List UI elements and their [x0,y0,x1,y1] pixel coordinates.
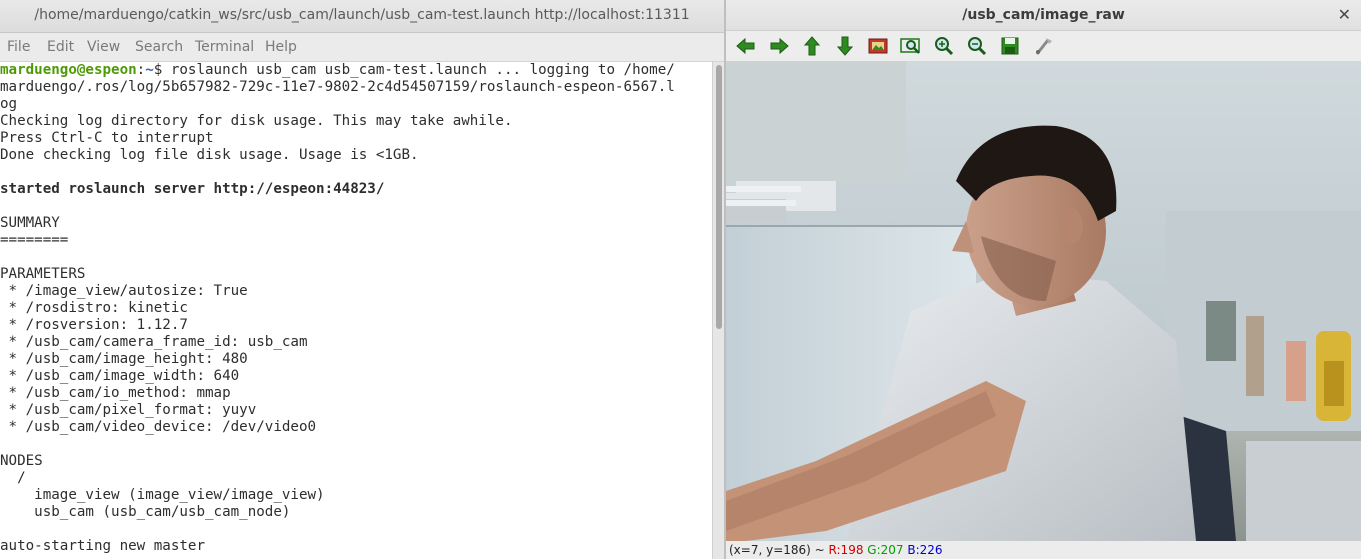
terminal-line: / [0,470,26,486]
terminal-line: NODES [0,453,43,469]
terminal-line: Checking log directory for disk usage. T… [0,113,513,129]
terminal-line: PARAMETERS [0,266,86,282]
menu-file[interactable]: File [7,39,30,55]
prompt-line: marduengo@espeon:~$ roslaunch usb_cam us… [0,62,712,79]
up-arrow-icon[interactable] [800,35,824,57]
down-arrow-icon[interactable] [833,35,857,57]
menu-edit[interactable]: Edit [47,39,74,55]
terminal-line: Done checking log file disk usage. Usage… [0,147,419,163]
terminal-title: /home/marduengo/catkin_ws/src/usb_cam/la… [34,7,690,23]
camera-image[interactable] [726,61,1361,541]
prompt-separator: : [136,62,146,78]
image-viewer-window: /usb_cam/image_raw ✕ (x=7, y=186) ~ R:19… [726,0,1361,559]
prompt-command: $ roslaunch usb_cam usb_cam-test.launch … [153,62,675,78]
terminal-titlebar[interactable]: /home/marduengo/catkin_ws/src/usb_cam/la… [0,0,724,33]
terminal-line: * /image_view/autosize: True [0,283,248,299]
camera-frame-graphic [726,61,1361,541]
menu-search[interactable]: Search [135,39,183,55]
viewer-toolbar [726,31,1361,61]
terminal-line: * /usb_cam/video_device: /dev/video0 [0,419,317,435]
terminal-line: og [0,96,18,112]
terminal-window: /home/marduengo/catkin_ws/src/usb_cam/la… [0,0,724,559]
status-green-value: G:207 [867,543,904,557]
terminal-output[interactable]: marduengo@espeon:~$ roslaunch usb_cam us… [0,62,712,559]
close-icon[interactable]: ✕ [1338,5,1351,24]
terminal-line: image_view (image_view/image_view) [0,487,325,503]
terminal-line: * /usb_cam/image_width: 640 [0,368,240,384]
back-arrow-icon[interactable] [734,35,758,57]
terminal-line: * /usb_cam/pixel_format: yuyv [0,402,257,418]
viewer-statusbar: (x=7, y=186) ~ R:198 G:207 B:226 [726,541,1361,559]
menu-terminal[interactable]: Terminal [195,39,254,55]
forward-arrow-icon[interactable] [767,35,791,57]
terminal-line: ======== [0,232,69,248]
terminal-menubar: File Edit View Search Terminal Help [0,33,724,62]
properties-icon[interactable] [1031,35,1055,57]
terminal-line-server: started roslaunch server http://espeon:4… [0,181,385,197]
menu-help[interactable]: Help [265,39,297,55]
terminal-line: SUMMARY [0,215,60,231]
terminal-line: marduengo/.ros/log/5b657982-729c-11e7-98… [0,79,675,95]
zoom-rect-icon[interactable] [899,35,923,57]
zoom-out-icon[interactable] [965,35,989,57]
prompt-path: ~ [145,62,154,78]
terminal-line: Press Ctrl-C to interrupt [0,130,214,146]
terminal-line: * /usb_cam/camera_frame_id: usb_cam [0,334,308,350]
viewer-title: /usb_cam/image_raw [962,7,1125,23]
terminal-scroll-thumb[interactable] [716,65,722,329]
status-coords: (x=7, y=186) ~ [729,543,825,557]
terminal-line: * /rosdistro: kinetic [0,300,188,316]
save-icon[interactable] [998,35,1022,57]
terminal-line: * /usb_cam/image_height: 480 [0,351,248,367]
terminal-line: usb_cam (usb_cam/usb_cam_node) [0,504,291,520]
viewer-titlebar[interactable]: /usb_cam/image_raw ✕ [726,0,1361,31]
menu-view[interactable]: View [87,39,120,55]
status-red-value: R:198 [828,543,864,557]
terminal-line: auto-starting new master [0,538,205,554]
terminal-scrollbar[interactable] [712,62,724,559]
zoom-in-icon[interactable] [932,35,956,57]
prompt-user: marduengo@espeon [0,62,137,78]
home-icon[interactable] [866,35,890,57]
terminal-line: * /usb_cam/io_method: mmap [0,385,231,401]
terminal-line: * /rosversion: 1.12.7 [0,317,188,333]
status-blue-value: B:226 [907,543,943,557]
